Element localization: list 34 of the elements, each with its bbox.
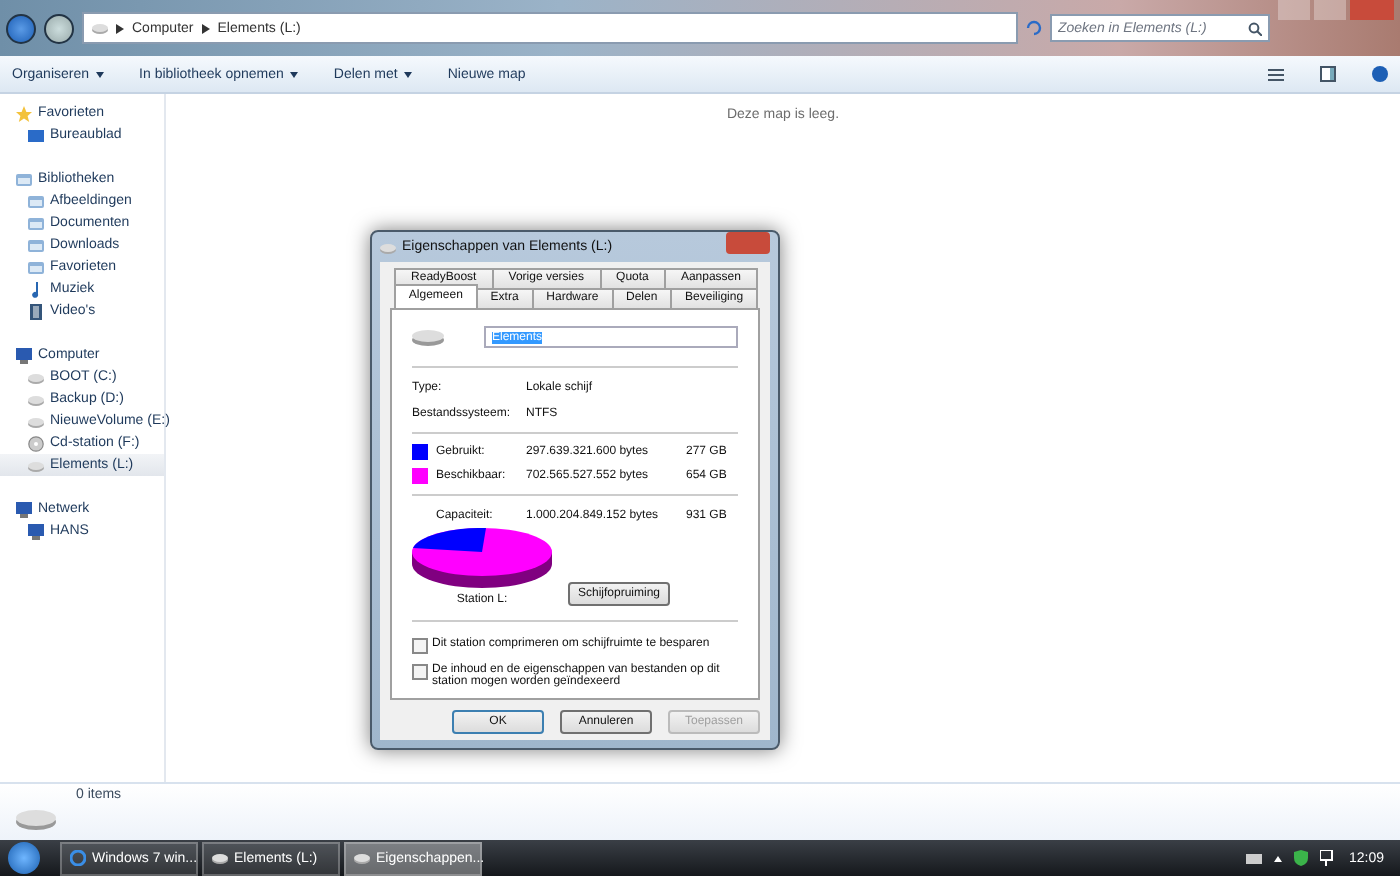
cd-icon (28, 435, 44, 451)
preview-pane-icon (1320, 66, 1336, 82)
chevron-icon (116, 23, 124, 33)
caret-icon (289, 71, 298, 77)
refresh-icon (1026, 20, 1042, 36)
back-button[interactable] (6, 13, 36, 43)
checkbox[interactable] (412, 664, 428, 680)
drive-icon (28, 457, 44, 473)
drive-icon (412, 328, 444, 346)
checkbox[interactable] (412, 638, 428, 654)
disk-usage-pie-drawing (412, 528, 552, 588)
music-note-icon (28, 281, 44, 297)
network-icon (1320, 850, 1337, 866)
caret-icon (95, 71, 104, 77)
chevron-icon (201, 23, 210, 33)
computer-icon (28, 523, 44, 539)
caret-icon (403, 71, 412, 77)
start-button[interactable] (8, 842, 40, 874)
caret-up-icon (1274, 855, 1283, 861)
computer-icon (16, 347, 32, 363)
drive-icon (212, 850, 228, 866)
keyboard-icon (1246, 853, 1263, 863)
film-icon (28, 303, 44, 319)
search-icon (1248, 21, 1262, 35)
monitor-icon (28, 127, 44, 143)
star-icon (16, 105, 32, 121)
drive-icon (354, 850, 370, 866)
drive-icon (92, 20, 108, 36)
view-options-icon (1268, 67, 1284, 81)
drive-icon (380, 239, 396, 255)
shield-icon (1294, 850, 1309, 866)
computer-icon (16, 501, 32, 517)
drive-icon (16, 806, 56, 830)
forward-button[interactable] (44, 13, 74, 43)
